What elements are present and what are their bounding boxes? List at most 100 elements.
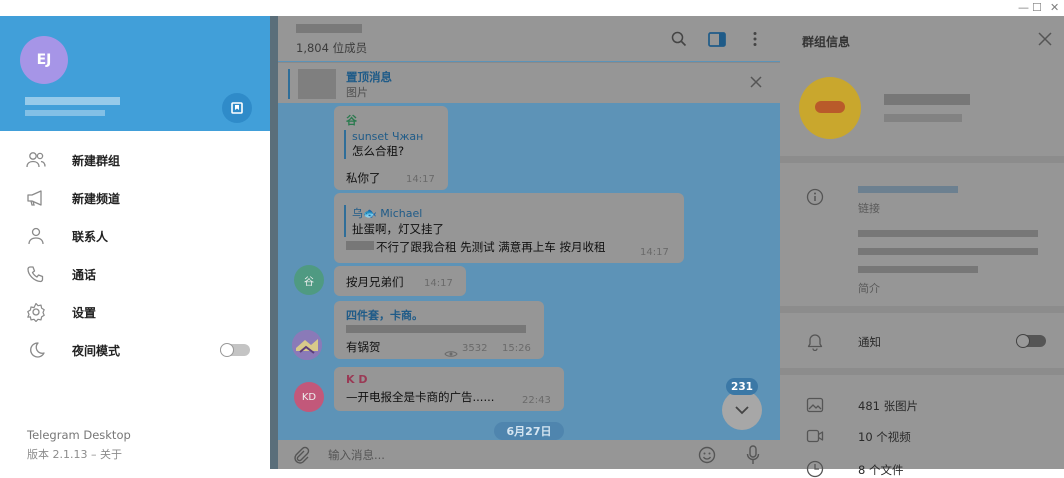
menu-label-calls: 通话 <box>72 267 97 282</box>
message-bubble[interactable]: 按月兄弟们 14:17 <box>334 266 466 296</box>
reply-quote[interactable]: sunset Чжан 怎么合租? <box>344 130 423 159</box>
drawer-header: EJ <box>0 16 270 131</box>
view-count: 3532 <box>462 343 488 354</box>
contacts-icon <box>25 225 47 247</box>
reply-quote[interactable]: 乌🐟 Michael 扯蛋啊，灯又挂了 <box>344 205 444 237</box>
app-version-about-link[interactable]: 版本 2.1.13 – 关于 <box>27 446 122 462</box>
menu-label-night-mode: 夜间模式 <box>72 343 121 358</box>
message-text: 不行了跟我合租 先测试 满意再上车 按月收租 <box>376 240 606 254</box>
pinned-message-bar[interactable]: 置顶消息 图片 <box>278 62 780 103</box>
main-menu-drawer: EJ 新建群组 新建频道 联系人 通话 设置 夜间模式 Telegram Des… <box>0 16 270 469</box>
menu-item-settings[interactable]: 设置 <box>0 294 270 330</box>
menu-label-new-group: 新建群组 <box>72 153 121 168</box>
user-phone-blurred <box>25 110 105 116</box>
user-avatar[interactable]: KD <box>294 382 324 412</box>
close-info-icon[interactable] <box>1038 31 1052 50</box>
message-time: 14:17 <box>424 278 453 289</box>
menu-label-new-channel: 新建频道 <box>72 191 121 206</box>
search-icon[interactable] <box>670 30 688 48</box>
bell-icon <box>806 333 824 351</box>
message-bubble[interactable]: K D —开电报全是卡商的广告...... 22:43 <box>334 367 564 411</box>
calls-icon <box>25 263 47 285</box>
new-channel-icon <box>25 187 47 209</box>
menu-item-new-channel[interactable]: 新建频道 <box>0 180 270 216</box>
chat-header[interactable]: 1,804 位成员 <box>278 16 780 61</box>
sidebar-toggle-icon[interactable] <box>708 30 726 48</box>
group-info-panel: 群组信息 链接 简介 通知 481 张图片 10 个视频 8 个文件 <box>780 16 1064 478</box>
menu-item-contacts[interactable]: 联系人 <box>0 218 270 254</box>
group-avatar[interactable] <box>799 77 861 139</box>
message-bubble[interactable]: 谷 sunset Чжан 怎么合租? 私你了 14:17 <box>334 106 448 190</box>
user-name-blurred <box>25 97 120 105</box>
close-pinned-icon[interactable] <box>750 73 762 92</box>
notifications-toggle[interactable] <box>1016 334 1046 348</box>
user-avatar[interactable]: 谷 <box>294 265 324 295</box>
new-group-icon <box>25 149 47 171</box>
message-text: 按月兄弟们 <box>346 275 404 289</box>
blurred-text <box>346 325 526 333</box>
group-members-blurred <box>884 114 962 122</box>
message-time: 14:17 <box>406 174 435 185</box>
info-panel-title: 群组信息 <box>802 35 851 49</box>
scroll-to-bottom-button[interactable] <box>722 390 762 430</box>
pinned-accent-bar <box>288 69 290 99</box>
message-text: 私你了 <box>346 171 381 185</box>
message-bubble[interactable]: 乌🐟 Michael 扯蛋啊，灯又挂了 不行了跟我合租 先测试 满意再上车 按月… <box>334 193 684 263</box>
pinned-subtitle: 图片 <box>346 86 368 99</box>
menu-label-contacts: 联系人 <box>72 229 109 244</box>
window-titlebar: — ☐ ✕ <box>0 0 1064 17</box>
media-videos-count[interactable]: 10 个视频 <box>858 429 911 445</box>
message-text: 有锅贺 <box>346 340 381 354</box>
views-icon <box>444 343 458 362</box>
microphone-icon[interactable] <box>746 445 760 469</box>
menu-item-night-mode[interactable]: 夜间模式 <box>0 332 270 368</box>
user-avatar[interactable]: EJ <box>20 36 68 84</box>
pinned-title: 置顶消息 <box>346 70 392 84</box>
date-separator: 6月27日 <box>494 422 564 440</box>
reply-author: 乌🐟 Michael <box>352 207 423 220</box>
notifications-label: 通知 <box>858 335 881 349</box>
close-window-button[interactable]: ✕ <box>1050 0 1059 16</box>
media-photos-count[interactable]: 481 张图片 <box>858 398 918 414</box>
night-mode-icon <box>25 339 47 361</box>
more-options-icon[interactable] <box>746 30 764 48</box>
info-icon <box>806 188 824 206</box>
group-name-blurred <box>884 94 970 105</box>
pinned-thumbnail <box>298 69 336 99</box>
chat-title-blurred <box>296 24 362 33</box>
invite-link-blurred[interactable] <box>858 186 958 193</box>
maximize-button[interactable]: ☐ <box>1032 0 1042 16</box>
message-time: 14:17 <box>640 247 669 258</box>
about-label: 简介 <box>858 282 880 295</box>
emoji-icon[interactable] <box>698 446 716 468</box>
chat-panel: 1,804 位成员 置顶消息 图片 谷 sunset Чжан 怎么合租? 私你… <box>278 16 780 469</box>
message-bubble[interactable]: 四件套，卡商。 有锅贺 3532 15:26 <box>334 301 544 359</box>
night-mode-toggle[interactable] <box>220 343 250 357</box>
message-text: —开电报全是卡商的广告...... <box>346 390 495 404</box>
reply-text: 扯蛋啊，灯又挂了 <box>352 222 444 236</box>
media-files-count[interactable]: 8 个文件 <box>858 462 903 478</box>
user-avatar[interactable] <box>292 330 322 360</box>
reply-author: sunset Чжан <box>352 130 424 143</box>
chevron-down-icon <box>735 406 749 415</box>
menu-item-calls[interactable]: 通话 <box>0 256 270 292</box>
description-line-blurred <box>858 266 978 273</box>
app-name: Telegram Desktop <box>27 428 131 442</box>
message-time: 15:26 <box>502 343 531 354</box>
dialogs-list-dimmed <box>270 16 278 469</box>
unread-count-badge: 231 <box>726 378 758 395</box>
files-icon <box>806 460 824 478</box>
minimize-button[interactable]: — <box>1018 0 1029 16</box>
blurred-mention <box>346 241 374 250</box>
saved-messages-button[interactable] <box>222 93 252 123</box>
menu-item-new-group[interactable]: 新建群组 <box>0 142 270 178</box>
message-composer <box>278 440 780 469</box>
message-author: 四件套，卡商。 <box>346 309 423 322</box>
description-line-blurred <box>858 248 1038 255</box>
message-input[interactable] <box>328 446 688 464</box>
section-divider <box>780 306 1064 313</box>
description-line-blurred <box>858 230 1038 237</box>
attach-icon[interactable] <box>292 446 310 468</box>
bookmark-icon <box>231 102 243 114</box>
menu-label-settings: 设置 <box>72 305 97 320</box>
